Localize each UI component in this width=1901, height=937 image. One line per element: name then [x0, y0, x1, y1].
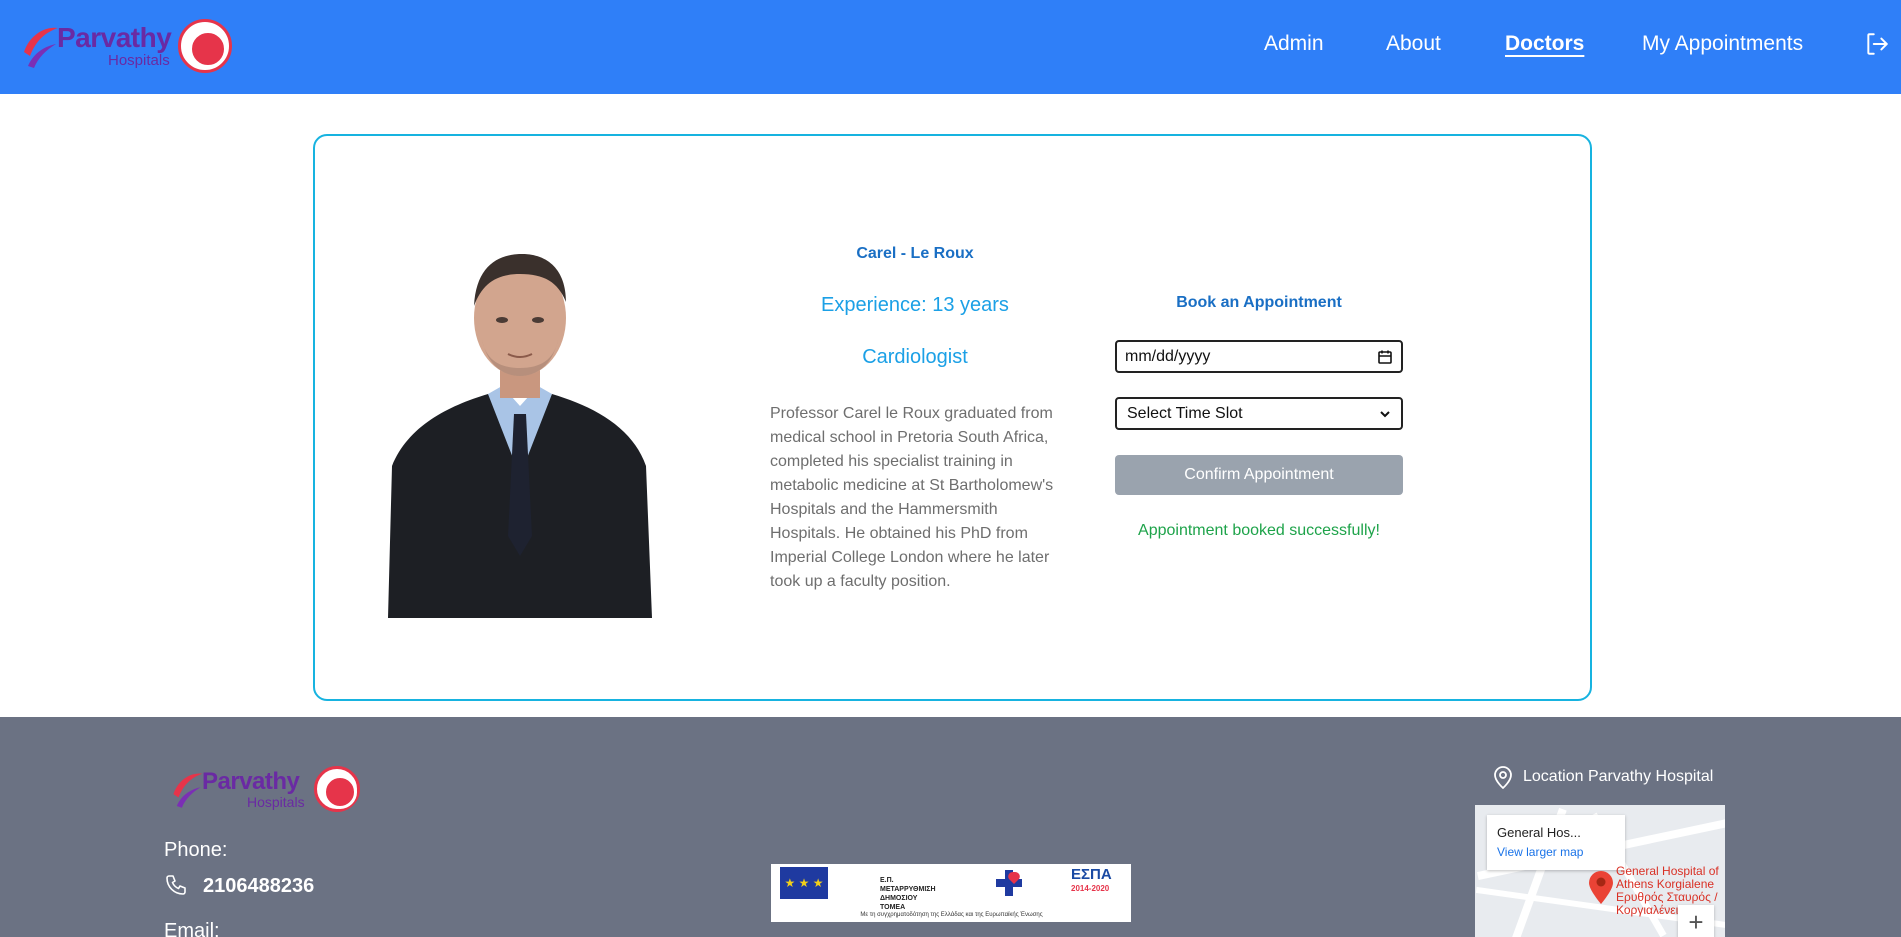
date-placeholder: mm/dd/yyyy	[1125, 347, 1211, 365]
map-zoom-in-button[interactable]: +	[1678, 905, 1714, 937]
doctor-name: Carel - Le Roux	[856, 245, 974, 262]
doctor-experience: Experience: 13 years	[821, 294, 1009, 316]
view-larger-map-link[interactable]: View larger map	[1497, 845, 1583, 859]
funding-caption: Με τη συγχρηματοδότηση της Ελλάδας και τ…	[860, 912, 1043, 918]
location-label: Location Parvathy Hospital	[1523, 768, 1714, 785]
program-text: Ε.Π. ΜΕΤΑΡΡΥΘΜΙΣΗ ΔΗΜΟΣΙΟΥ ΤΟΜΕΑ	[880, 877, 936, 911]
calendar-icon[interactable]	[1377, 349, 1393, 365]
map-card-title: General Hos...	[1497, 825, 1581, 840]
footer-brand-name: Parvathy	[202, 768, 300, 795]
phone-label: Phone:	[164, 839, 228, 861]
top-navbar: Parvathy Hospitals Admin About Doctors M…	[0, 0, 1901, 94]
booking-status-message: Appointment booked successfully!	[1138, 522, 1380, 539]
brand-subtitle: Hospitals	[108, 52, 170, 69]
espa-years: 2014-2020	[1071, 884, 1110, 893]
footer-brand-logo[interactable]: Parvathy Hospitals	[170, 766, 370, 814]
doctor-specialty: Cardiologist	[862, 346, 968, 368]
appointment-date-input[interactable]: mm/dd/yyyy	[1115, 340, 1403, 373]
eu-flag-icon: ★ ★ ★	[780, 867, 828, 899]
swoosh-icon	[24, 27, 58, 68]
time-slot-value: Select Time Slot	[1127, 404, 1243, 422]
brand-logo[interactable]: Parvathy Hospitals	[20, 18, 235, 76]
phone-number[interactable]: 2106488236	[203, 875, 314, 898]
map-info-card: General Hos... View larger map	[1487, 815, 1625, 870]
logout-icon[interactable]	[1864, 31, 1890, 57]
doctor-photo	[388, 236, 652, 618]
espa-logo-text: ΕΣΠΑ	[1071, 866, 1112, 883]
hospital-seal-icon	[314, 766, 360, 812]
time-slot-select[interactable]: Select Time Slot	[1115, 397, 1403, 430]
ministry-health-icon	[996, 870, 1022, 896]
confirm-appointment-button[interactable]: Confirm Appointment	[1115, 455, 1403, 495]
phone-icon	[166, 875, 186, 895]
nav-doctors[interactable]: Doctors	[1505, 32, 1584, 56]
hospital-seal-icon	[178, 19, 232, 73]
footer-brand-subtitle: Hospitals	[247, 794, 305, 810]
embedded-map[interactable]: General Hos... View larger map General H…	[1475, 805, 1725, 937]
nav-admin[interactable]: Admin	[1264, 32, 1324, 56]
nav-my-appointments[interactable]: My Appointments	[1642, 32, 1803, 56]
location-pin-icon	[1494, 766, 1512, 789]
map-marker-icon[interactable]	[1588, 869, 1614, 905]
doctor-bio: Professor Carel le Roux graduated from m…	[770, 405, 1054, 590]
booking-title: Book an Appointment	[1176, 294, 1342, 311]
chevron-down-icon	[1380, 410, 1390, 417]
swoosh-icon	[173, 773, 203, 808]
funding-banner: ★ ★ ★ Ε.Π. ΜΕΤΑΡΡΥΘΜΙΣΗ ΔΗΜΟΣΙΟΥ ΤΟΜΕΑ Ε…	[771, 864, 1131, 922]
nav-about[interactable]: About	[1386, 32, 1441, 56]
email-label: Email:	[164, 920, 220, 937]
brand-name: Parvathy	[57, 22, 172, 53]
